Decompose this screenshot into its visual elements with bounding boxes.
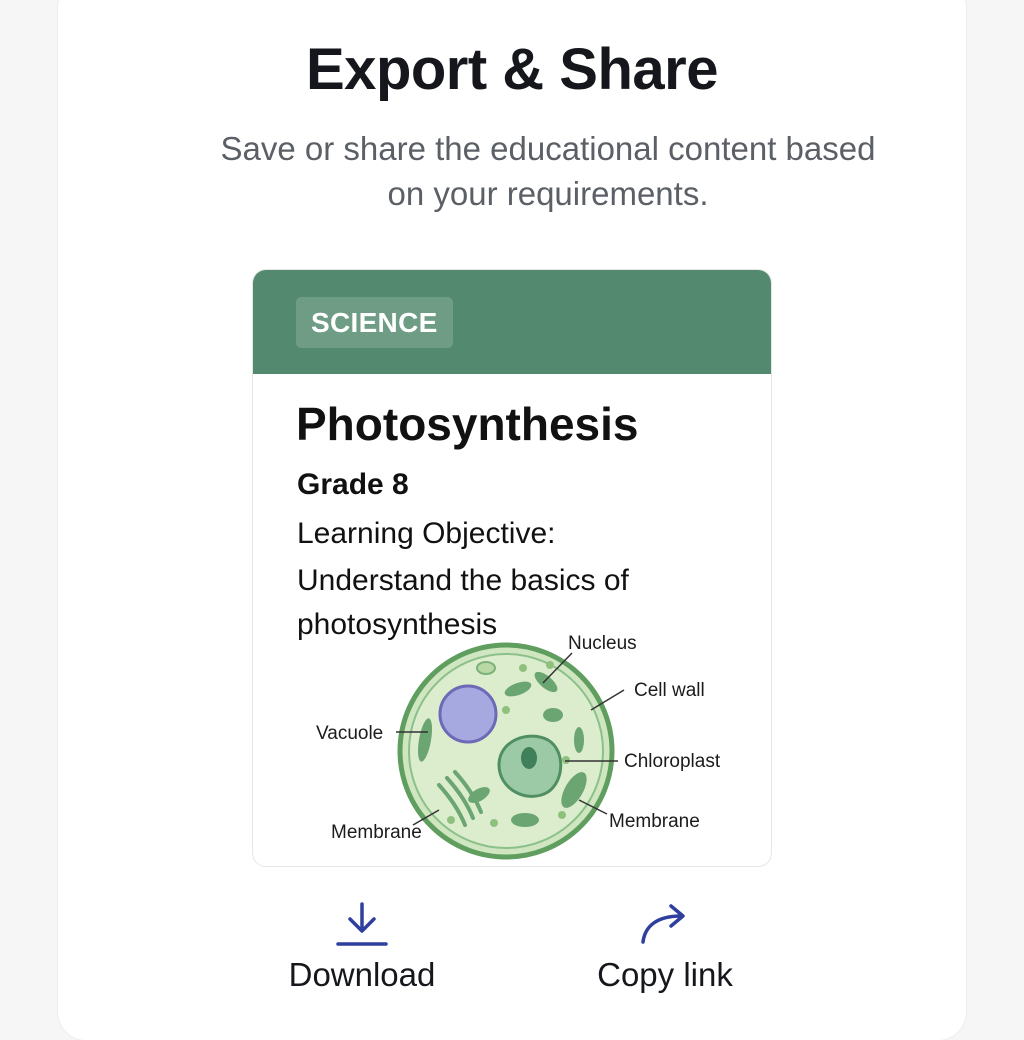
label-membrane-right: Membrane — [609, 811, 700, 832]
organelle-dot — [519, 664, 527, 672]
chloroplast-shape — [561, 772, 587, 808]
chloroplast-shape — [504, 681, 532, 697]
page-title: Export & Share — [306, 37, 719, 102]
download-button[interactable]: Download — [262, 898, 462, 1008]
organelle-dot — [546, 661, 554, 669]
label-chloroplast: Chloroplast — [624, 751, 721, 772]
organelle-dot — [490, 819, 498, 827]
chloroplast-shape — [417, 718, 433, 762]
copy-link-button[interactable]: Copy link — [565, 898, 765, 1008]
chloroplast-shape — [534, 671, 558, 693]
golgi-lines — [437, 770, 483, 827]
chloroplast-shape — [468, 787, 490, 803]
chloroplast-shape — [543, 708, 563, 722]
label-cell-wall: Cell wall — [634, 680, 705, 701]
objective-text: Understand the basics of photosynthesis — [297, 564, 629, 641]
leader-membrane-right — [578, 799, 608, 815]
subject-tag: SCIENCE — [296, 297, 453, 348]
chloroplast-shape — [476, 661, 496, 675]
label-vacuole: Vacuole — [316, 723, 383, 744]
download-icon — [336, 902, 388, 946]
share-arrow-icon — [641, 904, 685, 944]
grade-level: Grade 8 — [297, 468, 409, 501]
organelle-dot — [558, 811, 566, 819]
nucleus-shape — [497, 734, 563, 798]
chloroplast-shape — [511, 813, 539, 827]
organelle-dot — [447, 816, 455, 824]
vacuole-shape — [438, 684, 498, 744]
nucleolus-shape — [521, 747, 537, 769]
lesson-topic: Photosynthesis — [296, 398, 639, 450]
card-header: SCIENCE — [253, 270, 771, 374]
chloroplast-shape — [574, 727, 584, 753]
copy-link-label: Copy link — [597, 956, 733, 993]
lesson-preview-card: SCIENCE Photosynthesis Grade 8 Learning … — [252, 269, 772, 867]
download-label: Download — [288, 956, 436, 993]
organelle-dot — [562, 756, 570, 764]
cell-outer-wall — [397, 642, 615, 860]
cell-inner-membrane — [408, 653, 604, 849]
label-membrane-left: Membrane — [331, 822, 422, 843]
objective-label: Learning Objective: — [297, 517, 556, 550]
leader-nucleus — [542, 652, 573, 684]
leader-cell-wall — [590, 689, 625, 711]
page-subtitle: Save or share the educational content ba… — [220, 130, 876, 212]
leader-membrane-left — [412, 809, 440, 826]
organelle-dot — [502, 706, 510, 714]
